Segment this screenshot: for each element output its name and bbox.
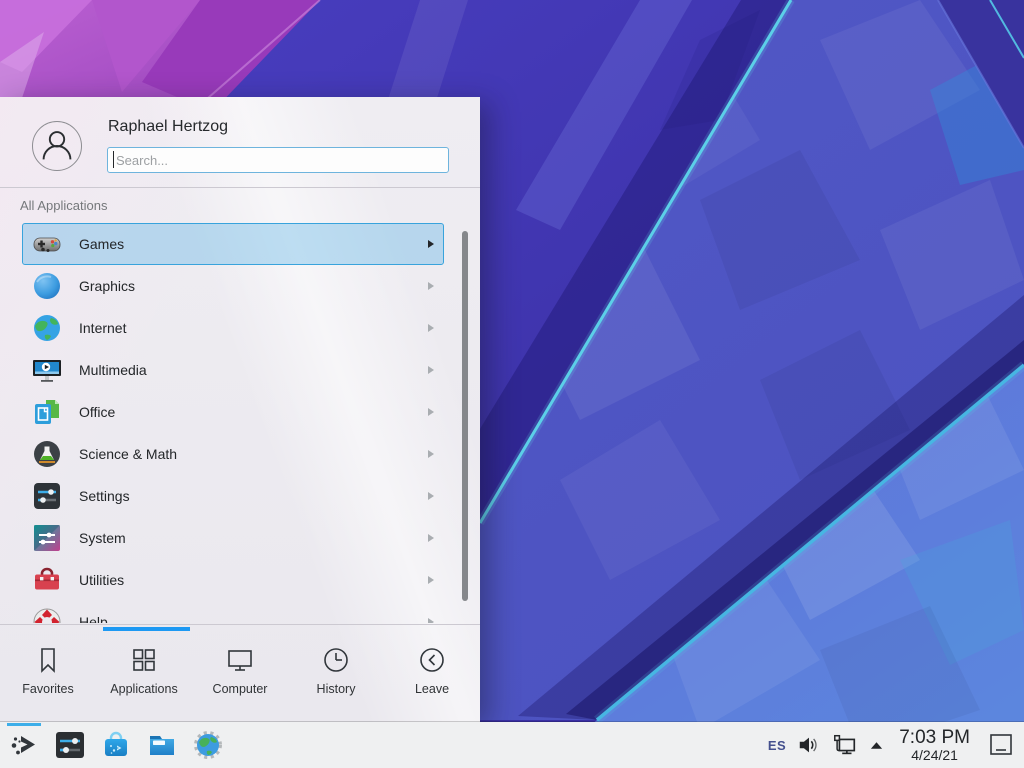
category-science-math[interactable]: Science & Math xyxy=(22,433,444,475)
submenu-arrow-icon xyxy=(428,618,434,623)
keyboard-layout-indicator[interactable]: ES xyxy=(768,738,786,753)
bookmark-icon xyxy=(33,645,63,675)
application-category-list: Games Graphics xyxy=(0,223,480,623)
digital-clock[interactable]: 7:03 PM 4/24/21 xyxy=(899,728,970,763)
volume-icon[interactable] xyxy=(797,733,821,757)
category-games[interactable]: Games xyxy=(22,223,444,265)
system-icon xyxy=(31,522,63,554)
applications-grid-icon xyxy=(129,645,159,675)
active-tab-indicator xyxy=(103,627,190,631)
system-settings-button[interactable] xyxy=(54,722,86,768)
taskbar-launchers xyxy=(0,722,224,768)
office-icon xyxy=(31,396,63,428)
tab-label: Favorites xyxy=(22,682,73,696)
taskbar-panel: ES 7:03 PM 4/24/21 xyxy=(0,722,1024,768)
launcher-header: Raphael Hertzog xyxy=(0,97,480,188)
text-caret xyxy=(113,151,114,168)
utilities-icon xyxy=(31,564,63,596)
multimedia-icon xyxy=(31,354,63,386)
category-utilities[interactable]: Utilities xyxy=(22,559,444,601)
system-settings-icon xyxy=(54,729,86,761)
submenu-arrow-icon xyxy=(428,366,434,374)
globe-gear-icon xyxy=(192,729,224,761)
category-label: Multimedia xyxy=(79,362,147,378)
clock-date: 4/24/21 xyxy=(899,748,970,763)
category-label: Utilities xyxy=(79,572,124,588)
launcher-tab-bar: Favorites Applications Computer xyxy=(0,624,480,722)
submenu-arrow-icon xyxy=(428,492,434,500)
leave-icon xyxy=(417,645,447,675)
discover-button[interactable] xyxy=(100,722,132,768)
show-desktop-button[interactable] xyxy=(987,731,1015,759)
tab-leave[interactable]: Leave xyxy=(384,625,480,722)
dolphin-folder-icon xyxy=(146,729,178,761)
category-graphics[interactable]: Graphics xyxy=(22,265,444,307)
science-icon xyxy=(31,438,63,470)
games-icon xyxy=(31,228,63,260)
kde-launcher-icon xyxy=(8,729,40,761)
history-clock-icon xyxy=(321,645,351,675)
tab-label: Computer xyxy=(213,682,268,696)
tray-expander-icon[interactable] xyxy=(869,738,884,753)
category-label: Internet xyxy=(79,320,126,336)
internet-icon xyxy=(31,312,63,344)
tab-applications[interactable]: Applications xyxy=(96,625,192,722)
graphics-icon xyxy=(31,270,63,302)
user-icon xyxy=(34,123,80,169)
settings-icon xyxy=(31,480,63,512)
web-browser-button[interactable] xyxy=(192,722,224,768)
application-launcher-button[interactable] xyxy=(8,722,40,768)
application-launcher-menu: Raphael Hertzog All Applications xyxy=(0,97,480,722)
category-internet[interactable]: Internet xyxy=(22,307,444,349)
clock-time: 7:03 PM xyxy=(899,728,970,748)
category-label: Office xyxy=(79,404,115,420)
category-help[interactable]: Help xyxy=(22,601,444,623)
category-office[interactable]: Office xyxy=(22,391,444,433)
file-manager-button[interactable] xyxy=(146,722,178,768)
tab-label: Leave xyxy=(415,682,449,696)
show-desktop-icon xyxy=(987,731,1015,759)
user-name: Raphael Hertzog xyxy=(108,118,228,136)
computer-icon xyxy=(225,645,255,675)
tab-label: History xyxy=(317,682,356,696)
scrollbar-thumb[interactable] xyxy=(462,231,468,601)
network-icon[interactable] xyxy=(832,732,858,758)
help-icon xyxy=(31,606,63,623)
user-avatar[interactable] xyxy=(32,121,82,171)
tab-history[interactable]: History xyxy=(288,625,384,722)
submenu-arrow-icon xyxy=(428,240,434,248)
submenu-arrow-icon xyxy=(428,324,434,332)
tab-favorites[interactable]: Favorites xyxy=(0,625,96,722)
system-tray: ES 7:03 PM 4/24/21 xyxy=(768,728,1024,763)
category-multimedia[interactable]: Multimedia xyxy=(22,349,444,391)
submenu-arrow-icon xyxy=(428,408,434,416)
discover-icon xyxy=(100,729,132,761)
search-input[interactable] xyxy=(107,147,449,173)
section-label: All Applications xyxy=(20,198,480,223)
category-label: Settings xyxy=(79,488,130,504)
category-label: System xyxy=(79,530,126,546)
tab-label: Applications xyxy=(110,682,177,696)
category-label: Games xyxy=(79,236,124,252)
submenu-arrow-icon xyxy=(428,450,434,458)
category-settings[interactable]: Settings xyxy=(22,475,444,517)
category-label: Science & Math xyxy=(79,446,177,462)
category-label: Help xyxy=(79,614,108,623)
submenu-arrow-icon xyxy=(428,282,434,290)
category-label: Graphics xyxy=(79,278,135,294)
tab-computer[interactable]: Computer xyxy=(192,625,288,722)
category-system[interactable]: System xyxy=(22,517,444,559)
submenu-arrow-icon xyxy=(428,534,434,542)
submenu-arrow-icon xyxy=(428,576,434,584)
